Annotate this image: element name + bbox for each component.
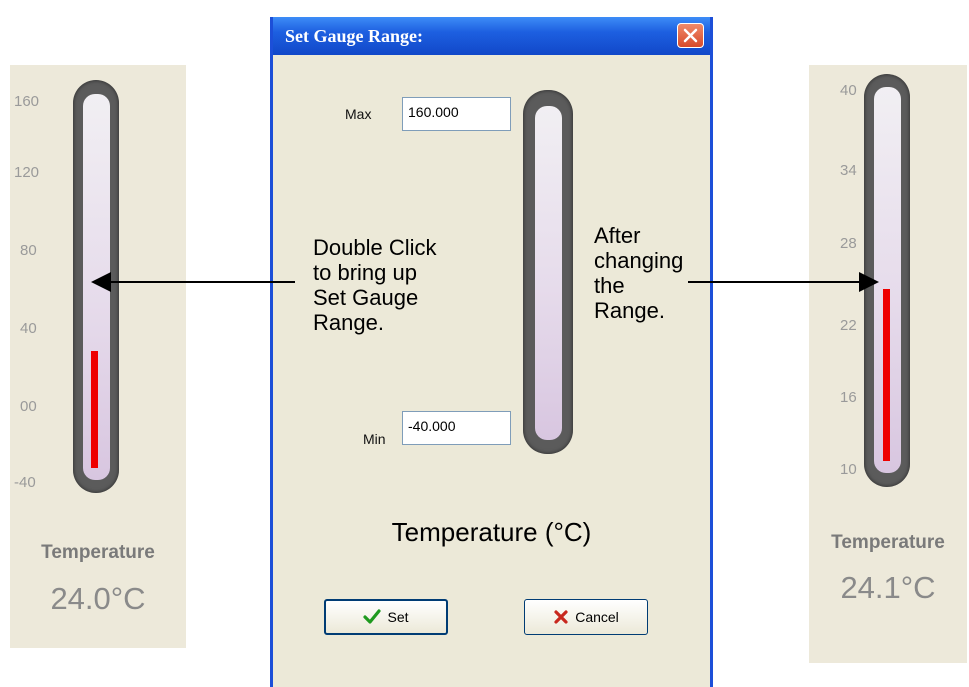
set-button[interactable]: Set xyxy=(324,599,448,635)
max-input[interactable]: 160.000 xyxy=(402,97,511,131)
gauge-label: Temperature xyxy=(41,542,155,563)
tick-label: 22 xyxy=(840,317,857,334)
max-label: Max xyxy=(345,106,372,122)
min-label: Min xyxy=(363,431,386,447)
checkmark-icon xyxy=(363,609,382,624)
dialog-title: Set Gauge Range: xyxy=(285,26,423,46)
annotation-line: to bring up xyxy=(313,260,417,285)
tick-label: 16 xyxy=(840,389,857,406)
tick-label: 00 xyxy=(20,398,37,415)
preview-thermometer-inner xyxy=(535,106,562,440)
annotation-line: Range. xyxy=(594,298,665,323)
tick-label: 40 xyxy=(840,82,857,99)
tick-label: -40 xyxy=(14,474,36,491)
tick-label: 28 xyxy=(840,235,857,252)
annotation-line: the xyxy=(594,273,625,298)
right-gauge-panel: 40 34 28 22 16 10 Temperature 24.1°C xyxy=(809,65,967,663)
gauge-value: 24.0°C xyxy=(50,581,146,616)
annotation-line: changing xyxy=(594,248,684,273)
gauge-value: 24.1°C xyxy=(840,570,936,605)
min-input[interactable]: -40.000 xyxy=(402,411,511,445)
gauge-label: Temperature xyxy=(831,532,945,553)
left-annotation: Double Click to bring up Set Gauge Range… xyxy=(313,235,437,335)
set-button-label: Set xyxy=(387,609,409,625)
left-gauge-panel[interactable]: 160 120 80 40 00 -40 Temperature 24.0°C xyxy=(10,65,186,648)
tick-label: 80 xyxy=(20,242,37,259)
cross-icon xyxy=(554,610,568,624)
close-icon xyxy=(683,28,698,43)
close-button[interactable] xyxy=(677,23,704,48)
set-gauge-range-dialog: Set Gauge Range: Max 160.000 Min -40.000… xyxy=(270,17,713,687)
title-bar[interactable]: Set Gauge Range: xyxy=(273,17,710,55)
right-annotation: After changing the Range. xyxy=(594,223,683,323)
cancel-button[interactable]: Cancel xyxy=(524,599,648,635)
annotation-line: Double Click xyxy=(313,235,437,260)
annotation-line: After xyxy=(594,223,641,248)
tick-label: 160 xyxy=(14,93,40,110)
annotation-line: Range. xyxy=(313,310,384,335)
tick-label: 120 xyxy=(14,164,40,181)
tick-label: 34 xyxy=(840,162,857,179)
tick-label: 10 xyxy=(840,461,857,478)
thermometer-fill xyxy=(91,351,98,468)
annotation-line: Set Gauge xyxy=(313,285,419,310)
thermometer-fill xyxy=(883,289,890,461)
tick-label: 40 xyxy=(20,320,37,337)
cancel-button-label: Cancel xyxy=(575,609,619,625)
dialog-heading: Temperature (°C) xyxy=(391,517,592,547)
